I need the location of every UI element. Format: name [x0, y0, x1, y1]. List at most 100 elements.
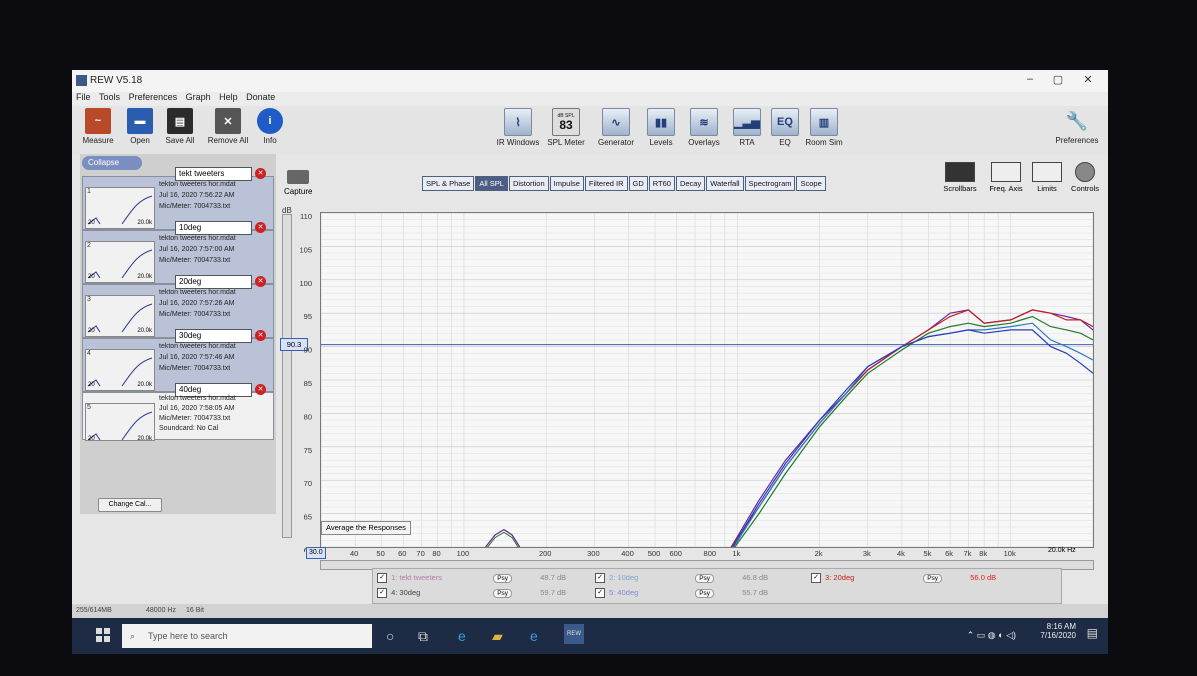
rta-button[interactable]: ▁▃▅ RTA: [732, 108, 762, 147]
taskbar-search[interactable]: ⌕ Type here to search: [122, 624, 372, 648]
controls-button[interactable]: Controls: [1068, 162, 1102, 193]
measurement-name-field[interactable]: tekt tweeters: [175, 167, 252, 181]
x-tick-label: 50: [376, 549, 384, 558]
open-button[interactable]: ▬ Open: [122, 108, 158, 145]
generator-button[interactable]: ∿ Generator: [596, 108, 636, 147]
menu-help[interactable]: Help: [219, 92, 238, 102]
change-cal-button[interactable]: Change Cal...: [98, 498, 162, 512]
delete-measurement-icon[interactable]: ✕: [255, 384, 266, 395]
menu-preferences[interactable]: Preferences: [129, 92, 178, 102]
legend-item[interactable]: ✓ 1: tekt tweeters Psy 48.7 dB: [377, 573, 566, 584]
capture-button[interactable]: Capture: [284, 170, 312, 196]
measure-icon: ~: [85, 108, 111, 134]
edge-icon[interactable]: e: [458, 628, 466, 644]
wrench-icon: 🔧: [1065, 110, 1089, 131]
tab-scope[interactable]: Scope: [796, 176, 826, 191]
legend-item[interactable]: ✓ 2: 10deg Psy 46.8 dB: [595, 573, 768, 584]
scrollbars-button[interactable]: Scrollbars: [940, 162, 980, 193]
series-line: [730, 309, 1094, 548]
tab-waterfall[interactable]: Waterfall: [706, 176, 744, 191]
eq-button[interactable]: EQ EQ: [770, 108, 800, 147]
file-explorer-icon[interactable]: ▰: [492, 628, 503, 645]
checkbox[interactable]: ✓: [377, 573, 387, 584]
delete-measurement-icon[interactable]: ✕: [255, 330, 266, 341]
menu-bar: File Tools Preferences Graph Help Donate: [72, 92, 1108, 106]
y-tick-label: 65: [304, 513, 312, 522]
delete-measurement-icon[interactable]: ✕: [255, 168, 266, 179]
spl-meter-button[interactable]: dB SPL 83 SPL Meter: [546, 108, 586, 147]
maximize-button[interactable]: ▢: [1046, 73, 1070, 89]
tab-decay[interactable]: Decay: [675, 176, 706, 191]
y-tick-label: 110: [300, 212, 312, 221]
psy-button[interactable]: Psy: [493, 589, 513, 598]
clock-time[interactable]: 8:16 AM: [1040, 622, 1076, 631]
rew-taskbar-icon[interactable]: REW: [564, 624, 584, 644]
menu-graph[interactable]: Graph: [186, 92, 211, 102]
y-tick-label: 100: [299, 279, 312, 288]
checkbox[interactable]: ✓: [377, 588, 387, 599]
tab-impulse[interactable]: Impulse: [549, 176, 584, 191]
legend-item[interactable]: ✓ 4: 30deg Psy 59.7 dB: [377, 588, 566, 599]
measurement-thumbnail: 20 20.0k: [85, 403, 155, 442]
close-button[interactable]: ✕: [1076, 73, 1100, 89]
clock-date[interactable]: 7/16/2020: [1040, 631, 1076, 640]
remove-all-button[interactable]: ✕ Remove All: [204, 108, 252, 145]
tab-all-spl[interactable]: All SPL: [475, 176, 508, 191]
save-all-button[interactable]: ▤ Save All: [160, 108, 200, 145]
measurement-name-field[interactable]: 10deg: [175, 221, 252, 235]
series-line: [730, 309, 1094, 548]
thumbnail-freq-high: 20.0k: [137, 274, 153, 280]
freq-axis-button[interactable]: Freq. Axis: [986, 162, 1026, 193]
psy-button[interactable]: Psy: [923, 574, 943, 583]
windows-start-icon[interactable]: [96, 628, 110, 642]
x-axis-ticks: 40 50 60 70 80 100 200 300 400 500 600 800 1k 2k 3k 4k 5…: [350, 549, 1016, 558]
psy-button[interactable]: Psy: [493, 574, 513, 583]
tray-icons[interactable]: ⌃ ▭ ◍ ◐ ◁): [967, 630, 1016, 641]
tab-gd[interactable]: GD: [628, 176, 648, 191]
legend-item[interactable]: ✓ 3: 20deg Psy 56.0 dB: [811, 573, 996, 584]
thumbnail-curve: 20 20.0k: [87, 249, 153, 280]
checkbox[interactable]: ✓: [811, 573, 821, 584]
notifications-icon[interactable]: ▤: [1087, 626, 1098, 640]
menu-donate[interactable]: Donate: [246, 92, 275, 102]
menu-file[interactable]: File: [76, 92, 91, 102]
overlays-button[interactable]: ≋ Overlays: [684, 108, 724, 147]
legend-item[interactable]: ✓ 5: 40deg Psy 55.7 dB: [595, 588, 768, 599]
task-view-icon[interactable]: ⧉: [418, 628, 428, 645]
levels-button[interactable]: ▮▮ Levels: [644, 108, 678, 147]
checkbox[interactable]: ✓: [595, 588, 605, 599]
overlays-icon: ≋: [690, 108, 718, 136]
checkbox[interactable]: ✓: [595, 573, 605, 584]
x-tick-label: 60: [398, 549, 406, 558]
y-tick-label: 80: [304, 412, 312, 421]
tab-distortion[interactable]: Distortion: [508, 176, 549, 191]
psy-button[interactable]: Psy: [695, 574, 715, 583]
x-tick-label: 10k: [1004, 549, 1016, 558]
thumbnail-freq-low: 20: [88, 274, 95, 280]
measure-button[interactable]: ~ Measure: [78, 108, 118, 145]
measurement-item-selected[interactable]: 20 20.0k 5 40deg ✕ tekton tweeters hor.md…: [82, 383, 274, 442]
tab-rt60[interactable]: RT60: [648, 176, 675, 191]
tab-filtered-ir[interactable]: Filtered IR: [584, 176, 628, 191]
measurement-name-field[interactable]: 20deg: [175, 275, 252, 289]
x-tick-label: 5k: [923, 549, 931, 558]
menu-tools[interactable]: Tools: [99, 92, 120, 102]
cortana-icon[interactable]: ○: [386, 628, 394, 644]
psy-button[interactable]: Psy: [695, 589, 715, 598]
ir-windows-button[interactable]: ⌇ IR Windows: [496, 108, 540, 147]
y-tick-label: 105: [299, 245, 312, 254]
delete-measurement-icon[interactable]: ✕: [255, 222, 266, 233]
tab-spectrogram[interactable]: Spectrogram: [744, 176, 796, 191]
delete-measurement-icon[interactable]: ✕: [255, 276, 266, 287]
collapse-button[interactable]: Collapse: [82, 156, 142, 170]
ie-icon[interactable]: e: [530, 628, 538, 644]
measurement-name-field[interactable]: 30deg: [175, 329, 252, 343]
info-button[interactable]: i Info: [256, 108, 284, 145]
x-tick-label: 2k: [815, 549, 823, 558]
tab-spl-phase[interactable]: SPL & Phase: [422, 176, 475, 191]
limits-button[interactable]: Limits: [1030, 162, 1064, 193]
minimize-button[interactable]: –: [1018, 73, 1042, 89]
average-responses-button[interactable]: Average the Responses: [321, 521, 411, 535]
preferences-button[interactable]: 🔧 Preferences: [1052, 108, 1102, 146]
room-sim-button[interactable]: ▥ Room Sim: [804, 108, 844, 147]
